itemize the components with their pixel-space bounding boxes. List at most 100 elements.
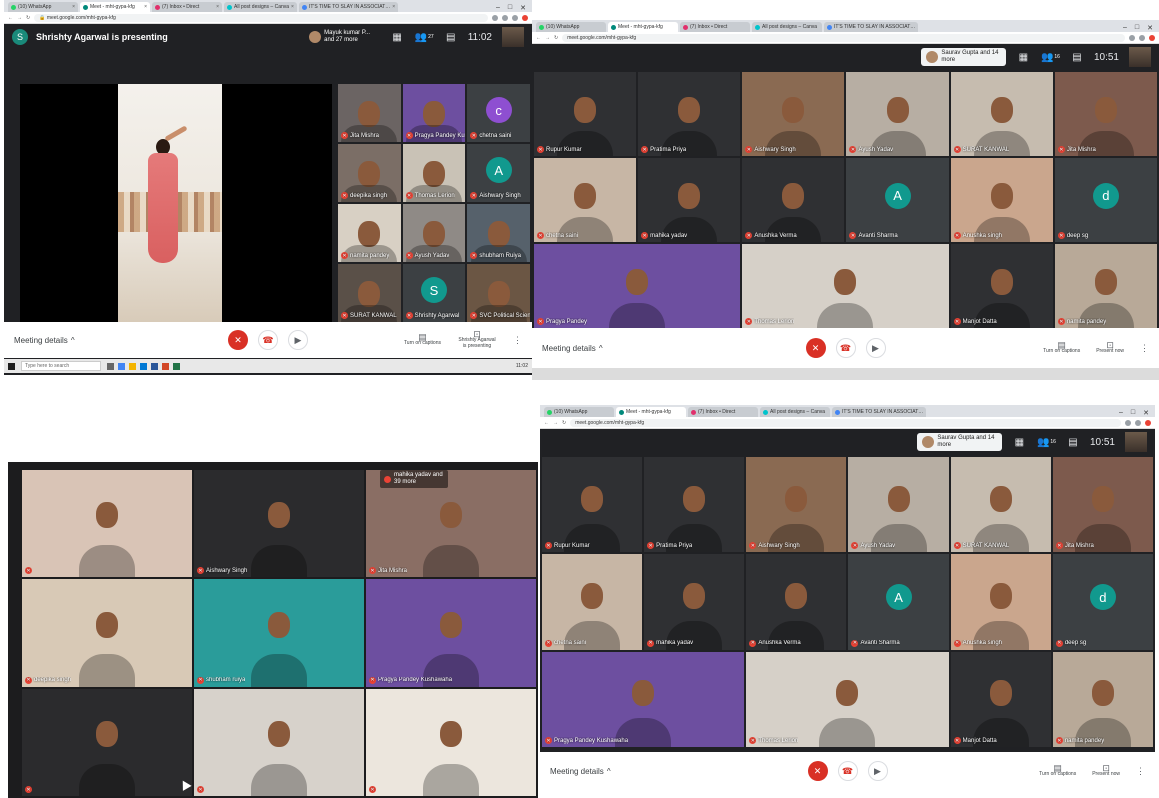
back-icon[interactable]: ← <box>536 35 541 41</box>
participant-tile[interactable]: ✕ namita pandey <box>338 204 401 262</box>
word-icon[interactable] <box>151 362 158 370</box>
participant-tile[interactable]: ✕ <box>366 688 536 796</box>
browser-tab[interactable]: All post designs – Canva <box>760 407 830 417</box>
close-icon[interactable]: × <box>72 4 75 10</box>
participant-tile[interactable]: ✕ Jita Mishra <box>1052 457 1153 553</box>
participant-summary[interactable]: Saurav Gupta and 14 more <box>921 48 1007 66</box>
browser-tab[interactable]: (7) Inbox • Direct <box>688 407 758 417</box>
participant-tile[interactable]: ✕ chetna saini <box>542 554 643 650</box>
chat-icon[interactable]: ▤ <box>1066 436 1080 448</box>
maximize-icon[interactable]: □ <box>1135 24 1139 32</box>
browser-tab[interactable]: IT'S TIME TO SLAY IN ASSOCIAT… × <box>298 2 399 12</box>
browser-tab[interactable]: IT'S TIME TO SLAY IN ASSOCIAT… <box>824 22 919 32</box>
browser-tab-active[interactable]: Meet - mht-gypa-kfg <box>616 407 686 417</box>
mic-off-icon[interactable]: ✕ <box>228 330 248 350</box>
forward-icon[interactable]: → <box>17 15 22 21</box>
participant-tile[interactable]: ✕ deepika singh <box>22 579 192 687</box>
layout-icon[interactable]: ▦ <box>1016 51 1030 63</box>
star-icon[interactable] <box>1135 419 1141 426</box>
participant-tile[interactable]: ✕ Pragya Pandey Kushawaha <box>366 579 536 687</box>
browser-tab[interactable]: (10) WhatsApp <box>536 22 606 32</box>
participant-tile[interactable]: ✕ Anushka singh <box>950 158 1053 242</box>
self-view[interactable] <box>1129 47 1151 67</box>
participant-tile[interactable]: S ✕ Shrishty Agarwal <box>402 264 466 322</box>
participant-tile[interactable]: ✕ Anushka Verma <box>746 554 847 650</box>
minimize-icon[interactable]: – <box>1123 24 1127 32</box>
participant-tile[interactable]: ✕ mahika yadav <box>638 158 741 242</box>
hangup-icon[interactable]: ☎ <box>837 761 858 781</box>
windows-start-icon[interactable] <box>8 362 15 370</box>
close-icon[interactable]: × <box>144 4 147 10</box>
presenting-button[interactable]: ⊡ Shrishty Agarwal is presenting <box>457 330 497 350</box>
powerpoint-icon[interactable] <box>162 362 169 370</box>
reload-icon[interactable]: ↻ <box>562 420 566 426</box>
self-view[interactable] <box>1125 432 1147 452</box>
close-window-icon[interactable]: ✕ <box>520 4 526 12</box>
participant-tile[interactable]: A ✕ Avanti Sharma <box>848 554 949 650</box>
participant-tile[interactable]: ✕ SURAT KANWAL <box>950 72 1053 156</box>
participant-tile[interactable]: ✕ Jita Mishra <box>1054 72 1157 156</box>
extension-icon[interactable] <box>502 14 508 21</box>
folder-icon[interactable] <box>129 362 136 370</box>
excel-icon[interactable] <box>173 362 180 370</box>
participant-tile[interactable]: ✕ Pragya Pandey Kushawaha <box>542 651 745 747</box>
reload-icon[interactable]: ↻ <box>554 35 558 41</box>
browser-tab[interactable]: (7) Inbox • Direct × <box>152 2 222 12</box>
participant-tile[interactable]: ✕ <box>22 470 192 578</box>
star-icon[interactable] <box>512 14 518 21</box>
camera-icon[interactable]: ▶ <box>867 761 888 781</box>
hangup-icon[interactable]: ☎ <box>835 338 856 358</box>
browser-tab[interactable]: All post designs – Canva <box>752 22 822 32</box>
captions-button[interactable]: ▤ Turn on captions <box>404 333 441 347</box>
chat-icon[interactable]: ▤ <box>1070 51 1084 63</box>
participant-tile[interactable]: ✕ <box>194 688 364 796</box>
participant-tile[interactable]: ✕ Manjot Datta <box>950 651 1051 747</box>
participant-tile[interactable]: ✕ chetna saini <box>534 158 637 242</box>
layout-icon[interactable]: ▦ <box>1012 436 1026 448</box>
participant-tile[interactable]: A ✕ Avanti Sharma <box>846 158 949 242</box>
url-field[interactable]: meet.google.com/mht-gypa-kfg <box>570 418 1121 427</box>
browser-tab[interactable]: All post designs – Canva × <box>224 2 297 12</box>
participant-tile[interactable]: ✕ namita pandey <box>1052 651 1153 747</box>
more-vert-icon[interactable]: ⋮ <box>1136 766 1145 777</box>
chrome-icon[interactable] <box>118 362 125 370</box>
participant-tile[interactable]: ✕ mahika yadav <box>644 554 745 650</box>
participant-tile[interactable]: ✕ Pratima Priya <box>638 72 741 156</box>
participant-tile[interactable]: ✕ deepika singh <box>338 144 401 202</box>
meeting-details-button[interactable]: Meeting details ^ <box>14 336 75 345</box>
participant-tile[interactable]: ✕ Rupur Kumar <box>542 457 643 553</box>
mic-off-icon[interactable]: ✕ <box>807 761 828 781</box>
participant-tile[interactable]: ✕SVC Political Scien... <box>467 264 530 322</box>
camera-icon[interactable]: ▶ <box>865 338 886 358</box>
mic-off-icon[interactable]: ✕ <box>805 338 826 358</box>
meeting-details-button[interactable]: Meeting details ^ <box>550 767 611 776</box>
browser-tab[interactable]: (7) Inbox • Direct <box>680 22 750 32</box>
maximize-icon[interactable]: □ <box>508 4 512 12</box>
edge-icon[interactable] <box>140 362 147 370</box>
minimize-icon[interactable]: – <box>496 4 500 12</box>
close-window-icon[interactable]: ✕ <box>1143 409 1149 417</box>
participant-summary[interactable]: mahika yadav and 39 more <box>380 470 448 488</box>
extension-icon[interactable] <box>492 14 498 21</box>
participant-tile[interactable]: ✕ namita pandey <box>1054 244 1157 328</box>
participant-tile[interactable]: ✕ Pragya Pandey Ku... <box>402 84 466 142</box>
participant-summary[interactable]: Mayuk kumar P... and 27 more <box>309 30 380 44</box>
participant-tile[interactable]: ✕ Ayush Yadav <box>848 457 949 553</box>
participant-tile[interactable]: ✕ Anushka singh <box>950 554 1051 650</box>
participant-tile[interactable]: ✕ Manjot Datta <box>950 244 1053 328</box>
participant-tile[interactable]: ✕ <box>22 688 192 796</box>
participant-tile[interactable]: ✕ Aishwary Singh <box>194 470 364 578</box>
participant-tile[interactable]: ✕ SURAT KANWAL <box>950 457 1051 553</box>
close-icon[interactable]: × <box>392 4 395 10</box>
profile-icon[interactable] <box>522 14 528 21</box>
task-view-icon[interactable] <box>107 362 114 370</box>
reload-icon[interactable]: ↻ <box>26 15 30 21</box>
forward-icon[interactable]: → <box>545 35 550 41</box>
maximize-icon[interactable]: □ <box>1131 409 1135 417</box>
people-icon[interactable]: 👥 <box>1036 436 1050 448</box>
meeting-details-button[interactable]: Meeting details ^ <box>542 344 603 353</box>
participant-tile[interactable]: ✕ Rupur Kumar <box>534 72 637 156</box>
close-icon[interactable]: × <box>291 4 294 10</box>
browser-tab[interactable]: IT'S TIME TO SLAY IN ASSOCIAT… <box>832 407 927 417</box>
url-field[interactable]: 🔒 meet.google.com/mht-gypa-kfg <box>34 13 488 22</box>
